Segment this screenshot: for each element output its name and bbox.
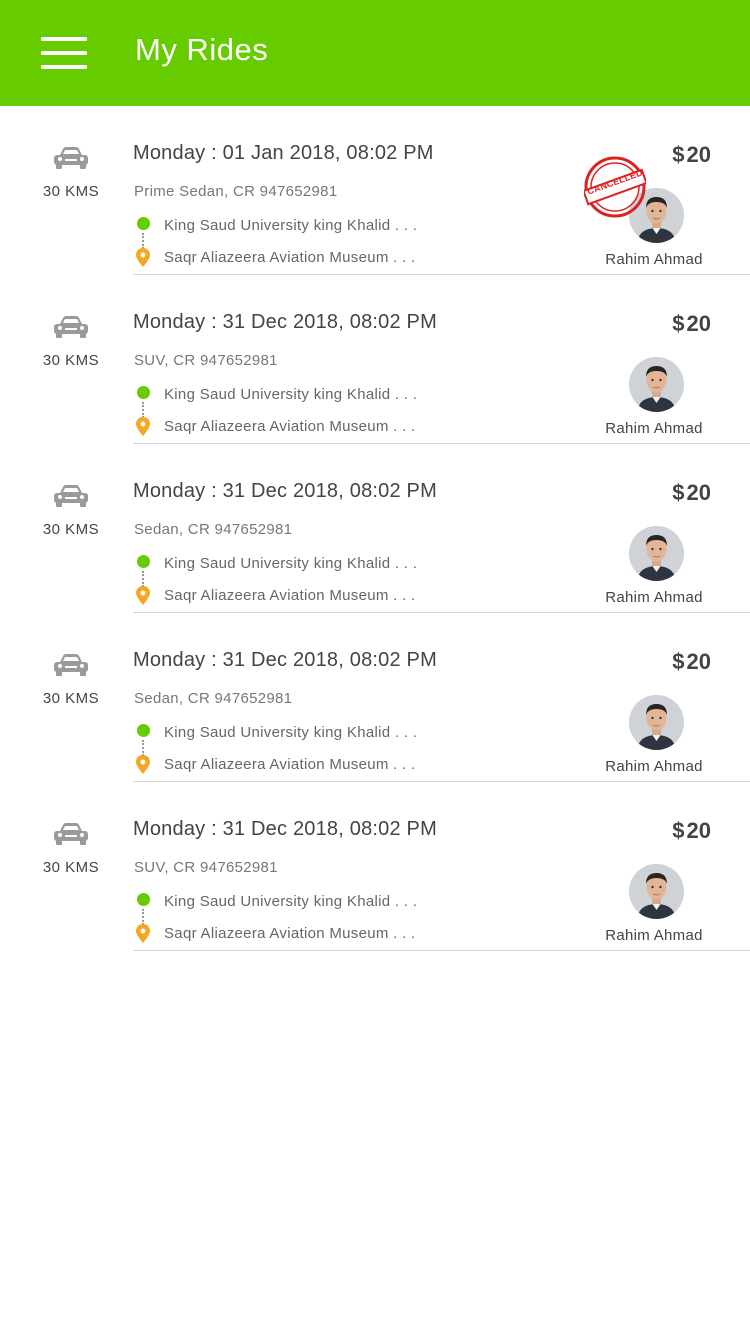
car-icon xyxy=(54,147,88,169)
pickup-dot-icon xyxy=(137,386,150,399)
route-line xyxy=(142,402,144,418)
car-icon xyxy=(54,823,88,845)
ride-distance: 30 KMS xyxy=(42,183,100,200)
ride-distance: 30 KMS xyxy=(42,690,100,707)
driver-name: Rahim Ahmad xyxy=(605,758,703,775)
car-icon xyxy=(54,654,88,676)
drop-pin-icon xyxy=(136,248,150,267)
vehicle-info: Sedan, CR 947652981 xyxy=(134,521,293,538)
pickup-dot-icon xyxy=(137,724,150,737)
vehicle-info: Prime Sedan, CR 947652981 xyxy=(134,183,338,200)
ride-distance: 30 KMS xyxy=(42,521,100,538)
drop-location: Saqr Aliazeera Aviation Museum . . . xyxy=(164,756,416,773)
currency-symbol: $ xyxy=(672,480,685,505)
drop-pin-icon xyxy=(136,924,150,943)
route-line xyxy=(142,571,144,587)
vehicle-info: Sedan, CR 947652981 xyxy=(134,690,293,707)
driver-avatar xyxy=(629,526,684,581)
driver-name: Rahim Ahmad xyxy=(605,420,703,437)
ride-distance: 30 KMS xyxy=(42,859,100,876)
pickup-dot-icon xyxy=(137,555,150,568)
car-icon xyxy=(54,316,88,338)
driver-avatar xyxy=(629,695,684,750)
ride-date: Monday : 31 Dec 2018, 08:02 PM xyxy=(133,818,437,840)
ride-date: Monday : 31 Dec 2018, 08:02 PM xyxy=(133,649,437,671)
fare-amount: 20 xyxy=(686,311,711,336)
ride-fare: $20 xyxy=(672,480,711,506)
currency-symbol: $ xyxy=(672,649,685,674)
fare-amount: 20 xyxy=(686,818,711,843)
pickup-location: King Saud University king Khalid . . . xyxy=(164,386,418,403)
drop-pin-icon xyxy=(136,586,150,605)
ride-fare: $20 xyxy=(672,142,711,168)
drop-pin-icon xyxy=(136,417,150,436)
fare-amount: 20 xyxy=(686,649,711,674)
ride-fare: $20 xyxy=(672,649,711,675)
fare-amount: 20 xyxy=(686,480,711,505)
drop-location: Saqr Aliazeera Aviation Museum . . . xyxy=(164,587,416,604)
pickup-dot-icon xyxy=(137,217,150,230)
app-header: My Rides xyxy=(0,0,750,106)
ride-date: Monday : 01 Jan 2018, 08:02 PM xyxy=(133,142,434,164)
ride-item[interactable]: 30 KMS Monday : 31 Dec 2018, 08:02 PM SU… xyxy=(0,782,750,951)
ride-item[interactable]: 30 KMS Monday : 31 Dec 2018, 08:02 PM Se… xyxy=(0,613,750,782)
currency-symbol: $ xyxy=(672,311,685,336)
currency-symbol: $ xyxy=(672,818,685,843)
route-line xyxy=(142,233,144,249)
drop-location: Saqr Aliazeera Aviation Museum . . . xyxy=(164,418,416,435)
ride-date: Monday : 31 Dec 2018, 08:02 PM xyxy=(133,311,437,333)
drop-location: Saqr Aliazeera Aviation Museum . . . xyxy=(164,249,416,266)
page-title: My Rides xyxy=(135,32,269,67)
currency-symbol: $ xyxy=(672,142,685,167)
drop-pin-icon xyxy=(136,755,150,774)
fare-amount: 20 xyxy=(686,142,711,167)
pickup-location: King Saud University king Khalid . . . xyxy=(164,555,418,572)
pickup-dot-icon xyxy=(137,893,150,906)
car-icon xyxy=(54,485,88,507)
driver-avatar xyxy=(629,864,684,919)
ride-item[interactable]: 30 KMS Monday : 01 Jan 2018, 08:02 PM Pr… xyxy=(0,106,750,275)
ride-fare: $20 xyxy=(672,818,711,844)
ride-item[interactable]: 30 KMS Monday : 31 Dec 2018, 08:02 PM SU… xyxy=(0,275,750,444)
route-line xyxy=(142,740,144,756)
vehicle-info: SUV, CR 947652981 xyxy=(134,352,278,369)
pickup-location: King Saud University king Khalid . . . xyxy=(164,893,418,910)
driver-avatar xyxy=(629,357,684,412)
ride-fare: $20 xyxy=(672,311,711,337)
rides-list: 30 KMS Monday : 01 Jan 2018, 08:02 PM Pr… xyxy=(0,106,750,951)
driver-name: Rahim Ahmad xyxy=(605,589,703,606)
pickup-location: King Saud University king Khalid . . . xyxy=(164,217,418,234)
driver-name: Rahim Ahmad xyxy=(605,251,703,268)
drop-location: Saqr Aliazeera Aviation Museum . . . xyxy=(164,925,416,942)
ride-date: Monday : 31 Dec 2018, 08:02 PM xyxy=(133,480,437,502)
driver-name: Rahim Ahmad xyxy=(605,927,703,944)
ride-item[interactable]: 30 KMS Monday : 31 Dec 2018, 08:02 PM Se… xyxy=(0,444,750,613)
ride-distance: 30 KMS xyxy=(42,352,100,369)
pickup-location: King Saud University king Khalid . . . xyxy=(164,724,418,741)
vehicle-info: SUV, CR 947652981 xyxy=(134,859,278,876)
route-line xyxy=(142,909,144,925)
hamburger-menu-icon[interactable] xyxy=(41,37,87,69)
